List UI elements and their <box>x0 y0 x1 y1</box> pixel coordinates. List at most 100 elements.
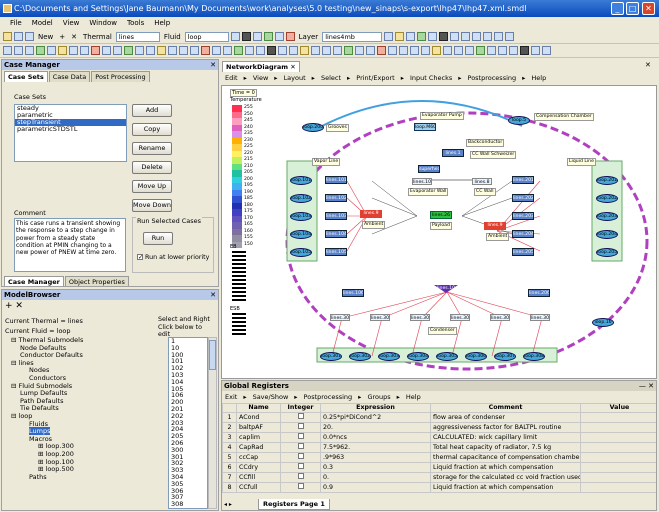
register-name[interactable]: CCfill <box>236 472 281 483</box>
column-header[interactable] <box>222 403 237 413</box>
delete-icon[interactable]: ✕ <box>15 301 23 311</box>
tool-icon[interactable] <box>69 46 78 55</box>
new-button[interactable]: New <box>38 33 53 41</box>
lump-node[interactable]: loop.201 <box>596 176 618 185</box>
column-header[interactable]: Expression <box>320 403 431 413</box>
tool-icon[interactable] <box>252 32 262 41</box>
delete-icon[interactable]: ✕ <box>71 33 77 41</box>
scrollbar-thumb[interactable] <box>209 340 216 370</box>
close-icon[interactable]: ✕ <box>210 60 216 70</box>
lump-node[interactable]: loop.101 <box>290 176 312 185</box>
integer-checkbox[interactable] <box>280 432 321 443</box>
tool-icon[interactable] <box>274 32 284 41</box>
tool-icon[interactable] <box>322 46 331 55</box>
heat-source[interactable]: lines.26 <box>430 211 452 219</box>
tie-node[interactable]: lines.202 <box>512 194 534 202</box>
tool-icon[interactable] <box>355 46 364 55</box>
tool-icon[interactable] <box>25 46 34 55</box>
zoom-out-icon[interactable] <box>498 46 507 55</box>
tie-node[interactable]: lines.106 <box>342 289 364 297</box>
tool-icon[interactable] <box>263 32 273 41</box>
tool-icon[interactable] <box>377 46 386 55</box>
print-icon[interactable] <box>25 32 34 41</box>
thermal-select[interactable]: lines <box>115 31 160 42</box>
lump-node[interactable]: loop.202 <box>596 194 618 203</box>
menu-model[interactable]: Model <box>32 17 53 29</box>
tool-icon[interactable] <box>289 46 298 55</box>
sheet-nav[interactable]: ◂ ▸ <box>224 499 232 510</box>
fluid-node[interactable]: lines.100 <box>412 178 432 185</box>
integer-checkbox[interactable] <box>280 482 321 493</box>
register-value[interactable] <box>580 482 656 493</box>
run-lower-priority[interactable]: ✓ Run at lower priority <box>137 254 209 261</box>
tree-item[interactable]: Paths <box>5 473 153 482</box>
table-row[interactable]: 6 CCdry 0.3 Liquid fraction at which compen… <box>222 462 656 473</box>
tool-icon[interactable] <box>168 46 177 55</box>
tool-icon[interactable] <box>36 46 45 55</box>
register-value[interactable] <box>580 432 656 443</box>
diagram-menu-layout[interactable]: Layout <box>284 73 306 84</box>
register-name[interactable]: ccCap <box>236 452 281 463</box>
close-icon[interactable]: ✕ <box>645 61 651 69</box>
registers-menu-exit[interactable]: Exit <box>225 391 237 403</box>
integer-checkbox[interactable] <box>280 442 321 453</box>
tie-node[interactable]: superheat <box>418 165 440 173</box>
rename-button[interactable]: Rename <box>132 142 172 155</box>
register-name[interactable]: CCdry <box>236 462 281 473</box>
tool-icon[interactable] <box>454 46 463 55</box>
line-icon[interactable] <box>542 46 551 55</box>
tool-icon[interactable] <box>483 32 493 41</box>
lump-node[interactable]: loop.102 <box>290 194 312 203</box>
register-value[interactable] <box>580 412 656 423</box>
checkbox[interactable] <box>297 483 304 489</box>
tool-icon[interactable] <box>58 46 67 55</box>
add-icon[interactable]: + <box>59 33 65 41</box>
column-header[interactable]: Comment <box>430 403 581 413</box>
tie-node[interactable]: lines.104 <box>325 230 347 238</box>
table-row[interactable]: 8 CCfull 0.9 Liquid fraction at which compe… <box>222 482 656 493</box>
register-expression[interactable]: 0.3 <box>320 462 431 473</box>
row-number[interactable]: 2 <box>222 422 237 433</box>
lump-node[interactable]: loop.303 <box>378 352 400 361</box>
lump-node[interactable]: loop.304 <box>407 352 429 361</box>
tool-icon[interactable] <box>223 46 232 55</box>
diagram-menu-help[interactable]: Help <box>531 73 546 84</box>
tool-icon[interactable] <box>201 46 210 55</box>
ambient-node[interactable]: lines.9 <box>360 210 382 218</box>
network-diagram-canvas[interactable]: Time = 0 Temperature 255 250 245 240 235 230 2… <box>221 85 657 379</box>
close-button[interactable]: ✕ <box>642 2 655 15</box>
tab-post-processing[interactable]: Post Processing <box>91 71 150 82</box>
tie-node[interactable]: lines.103 <box>325 212 347 220</box>
tree-item[interactable]: ⊞ loop.200 <box>5 450 153 459</box>
tool-icon[interactable] <box>102 46 111 55</box>
row-number[interactable]: 5 <box>222 452 237 463</box>
tie-node[interactable]: lines.105 <box>325 248 347 256</box>
registers-menu-help[interactable]: Help <box>406 391 421 403</box>
menu-view[interactable]: View <box>63 17 80 29</box>
copy-button[interactable]: Copy <box>132 123 172 136</box>
tool-icon[interactable] <box>190 46 199 55</box>
tool-icon[interactable] <box>472 32 482 41</box>
registers-menu-save-show[interactable]: Save/Show <box>253 391 289 403</box>
tool-icon[interactable] <box>494 32 504 41</box>
sheet-tab[interactable]: Registers Page 1 <box>258 499 330 510</box>
register-expression[interactable]: 7.5*962. <box>320 442 431 453</box>
diagram-menu-print[interactable]: Print/Export <box>356 73 394 84</box>
tie-node[interactable]: lines.201 <box>512 176 534 184</box>
checkbox-checked[interactable]: ✓ <box>137 254 143 261</box>
register-comment[interactable]: storage for the calculated cc void fract… <box>430 472 581 483</box>
menu-window[interactable]: Window <box>89 17 117 29</box>
row-number[interactable]: 6 <box>222 462 237 473</box>
row-number[interactable]: 8 <box>222 482 237 493</box>
model-tree[interactable]: ⊟ Thermal Submodels Node Defaults Conducto… <box>5 337 153 510</box>
row-number[interactable]: 7 <box>222 472 237 483</box>
zoom-in-icon[interactable] <box>487 46 496 55</box>
tool-icon[interactable] <box>256 46 265 55</box>
register-value[interactable] <box>580 442 656 453</box>
tab-case-sets[interactable]: Case Sets <box>4 71 48 82</box>
tool-icon[interactable] <box>14 46 23 55</box>
registers-menu-postprocessing[interactable]: Postprocessing <box>304 391 353 403</box>
diagram-menu-select[interactable]: Select <box>321 73 341 84</box>
registers-menu-groups[interactable]: Groups <box>367 391 390 403</box>
table-row[interactable]: 1 ACond 0.25*pi*DiCond^2 flow area of conde… <box>222 412 656 423</box>
